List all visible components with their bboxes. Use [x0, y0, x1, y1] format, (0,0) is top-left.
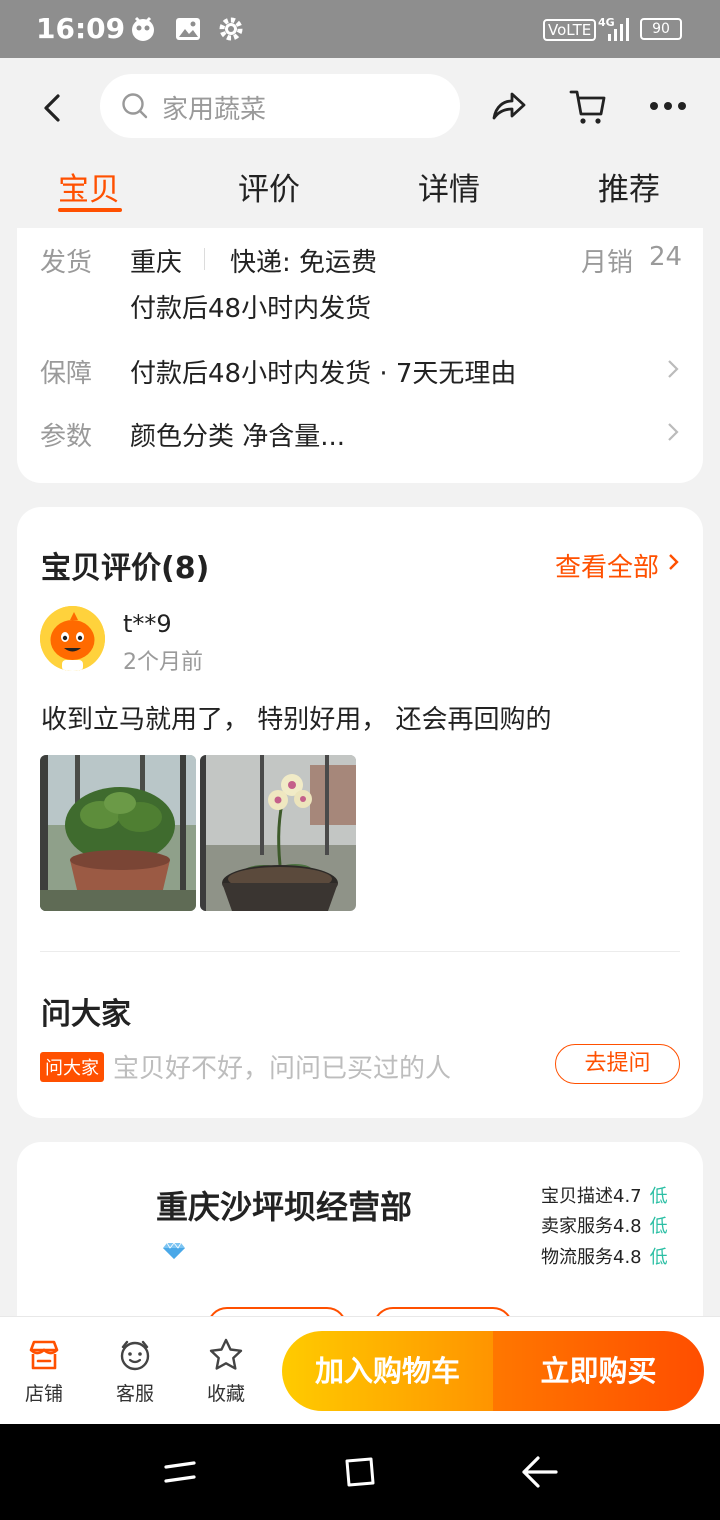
add-to-cart-button[interactable]: 加入购物车	[282, 1331, 493, 1411]
share-icon[interactable]	[486, 84, 530, 128]
params-label: 参数	[40, 422, 93, 452]
search-placeholder: 家用蔬菜	[162, 95, 267, 125]
nav-back-icon[interactable]	[520, 1452, 560, 1492]
guarantee-text: 付款后48小时内发货 · 7天无理由	[130, 359, 517, 389]
battery-icon: 90	[640, 18, 682, 40]
search-input[interactable]: 家用蔬菜	[100, 74, 460, 138]
monthly-sales-label: 月销	[581, 248, 634, 278]
ship-time: 付款后48小时内发货	[130, 294, 372, 324]
shop-name[interactable]: 重庆沙坪坝经营部	[156, 1182, 412, 1228]
chevron-right-icon	[668, 360, 679, 378]
gallery-icon	[176, 18, 200, 40]
tab-details[interactable]: 详情	[418, 164, 480, 209]
review-photo[interactable]	[200, 755, 356, 911]
shop-card: 重庆沙坪坝经营部 宝贝描述4.7 低 卖家服务4.8 低 物流服务4.8 低	[17, 1142, 703, 1347]
star-icon	[209, 1338, 243, 1370]
express-fee: 快递: 免运费	[230, 248, 378, 278]
tab-recommend[interactable]: 推荐	[598, 164, 660, 209]
notification-app-icon	[132, 16, 154, 41]
favorite-button[interactable]: 收藏	[191, 1337, 261, 1406]
view-all-label: 查看全部	[555, 553, 660, 583]
customer-service-label: 客服	[115, 1383, 154, 1405]
tab-bar: 宝贝 评价 详情 推荐	[0, 158, 720, 228]
rating-seller-service: 卖家服务4.8 低	[541, 1216, 668, 1237]
delivery-card: 发货 重庆 快递: 免运费 月销 24 付款后48小时内发货 保障 付款后48小…	[17, 228, 703, 483]
ask-title: 问大家	[41, 997, 131, 1032]
reviews-card: 宝贝评价(8) 查看全部 t**9 2个月前 收到立马就用了， 特别好用， 还会…	[17, 507, 703, 1118]
header: 家用蔬菜 宝贝 评价 详情 推荐	[0, 58, 720, 228]
store-icon	[29, 1340, 59, 1370]
rating-logistics: 物流服务4.8 低	[541, 1247, 668, 1268]
volte-indicator: VoLTE	[543, 19, 597, 41]
monthly-sales-value: 24	[649, 242, 683, 272]
bottom-action-bar: 店铺 客服 收藏 加入购物车 立即购买	[0, 1316, 720, 1424]
review-photo[interactable]	[40, 755, 196, 911]
settings-gear-icon	[219, 17, 243, 41]
reviewer-name: t**9	[123, 610, 172, 638]
reviews-title: 宝贝评价(8)	[41, 551, 210, 586]
home-icon[interactable]	[340, 1452, 380, 1492]
store-label: 店铺	[24, 1383, 63, 1405]
chevron-right-icon	[669, 554, 679, 570]
tab-baobei[interactable]: 宝贝	[58, 164, 120, 209]
buy-now-button[interactable]: 立即购买	[493, 1331, 704, 1411]
review-time: 2个月前	[123, 650, 203, 675]
guarantee-label: 保障	[40, 359, 93, 389]
review-text: 收到立马就用了， 特别好用， 还会再回购的	[41, 705, 552, 735]
recent-apps-icon[interactable]	[160, 1452, 200, 1492]
customer-service-icon	[120, 1340, 150, 1371]
search-icon	[122, 93, 148, 119]
status-bar: 16:09 VoLTE 4G 90	[0, 0, 720, 58]
system-nav-bar	[0, 1424, 720, 1520]
diamond-icon	[163, 1242, 185, 1259]
ship-label: 发货	[40, 248, 93, 278]
active-tab-indicator	[58, 208, 122, 212]
back-icon[interactable]	[30, 86, 74, 130]
ask-prompt: 宝贝好不好，问问已买过的人	[113, 1054, 452, 1084]
section-divider	[40, 951, 680, 952]
more-icon[interactable]	[646, 84, 690, 128]
signal-icon	[608, 18, 629, 41]
avatar	[40, 606, 105, 671]
ask-tag-badge: 问大家	[40, 1052, 104, 1082]
favorite-label: 收藏	[206, 1383, 245, 1405]
cart-icon[interactable]	[566, 84, 610, 128]
divider	[204, 248, 205, 270]
rating-description: 宝贝描述4.7 低	[541, 1186, 668, 1207]
ask-question-button[interactable]: 去提问	[555, 1044, 680, 1084]
ship-origin: 重庆	[130, 248, 183, 278]
chevron-right-icon	[668, 423, 679, 441]
customer-service-button[interactable]: 客服	[100, 1337, 170, 1406]
tab-reviews[interactable]: 评价	[238, 164, 300, 209]
params-text: 颜色分类 净含量...	[130, 422, 346, 452]
clock: 16:09	[36, 12, 126, 45]
store-button[interactable]: 店铺	[9, 1337, 79, 1406]
